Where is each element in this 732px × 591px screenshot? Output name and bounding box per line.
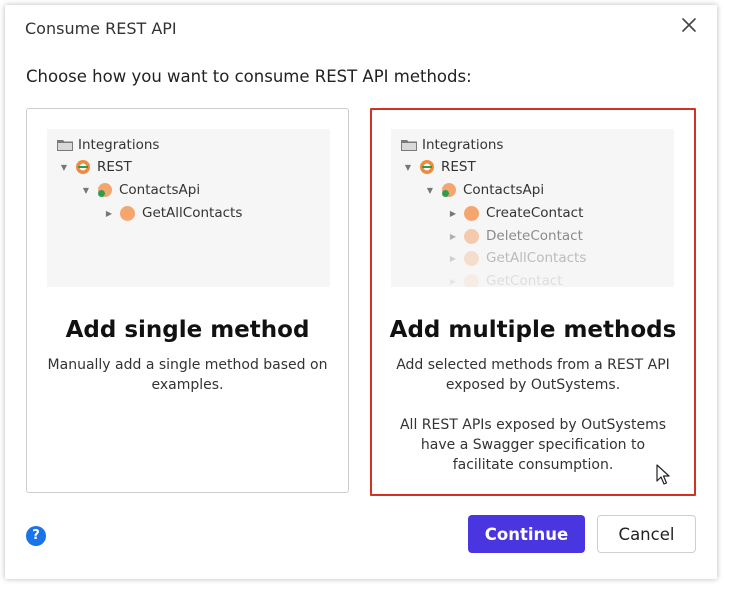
- api-icon: [97, 182, 113, 198]
- continue-button[interactable]: Continue: [468, 515, 585, 553]
- method-icon: [464, 228, 479, 244]
- dialog-prompt: Choose how you want to consume REST API …: [26, 67, 472, 86]
- method-icon: [464, 205, 479, 221]
- card-note: All REST APIs exposed by OutSystems have…: [399, 417, 666, 473]
- tree-root-row: Integrations: [57, 134, 159, 156]
- add-single-method-card[interactable]: Integrations ▼ REST ▼ ContactsApi ▶ GetA…: [26, 108, 349, 493]
- tree-rest-label: REST: [97, 159, 132, 175]
- rest-icon: [75, 159, 91, 175]
- tree-root-row: Integrations: [401, 134, 503, 156]
- cancel-button[interactable]: Cancel: [597, 515, 696, 553]
- caret-icon: ▶: [449, 231, 457, 241]
- folder-icon: [57, 139, 73, 151]
- folder-icon: [401, 139, 417, 151]
- help-icon[interactable]: ?: [26, 526, 46, 546]
- caret-icon: ▶: [449, 253, 457, 263]
- card-description: Manually add a single method based on ex…: [47, 357, 328, 393]
- tree-rest-label: REST: [441, 159, 476, 175]
- tree-root-label: Integrations: [422, 137, 504, 153]
- caret-icon: ▼: [82, 185, 90, 195]
- tree-method-row: ▶ GetAllContacts: [446, 247, 586, 269]
- add-multiple-methods-card[interactable]: Integrations ▼ REST ▼ ContactsApi ▶ Crea…: [370, 108, 696, 496]
- tree-method-label: CreateContact: [486, 205, 584, 221]
- caret-icon: ▶: [449, 276, 457, 286]
- tree-method-row: ▶ DeleteContact: [446, 225, 583, 247]
- card-description: Add selected methods from a REST API exp…: [396, 357, 670, 393]
- tree-api-row: ▼ ContactsApi: [79, 179, 200, 201]
- tree-method-label: GetContact: [486, 273, 563, 287]
- tree-root-label: Integrations: [78, 137, 160, 153]
- consume-rest-api-dialog: Consume REST API Choose how you want to …: [5, 5, 717, 579]
- caret-icon: ▼: [60, 162, 68, 172]
- preview-fade: [47, 217, 330, 287]
- caret-icon: ▼: [404, 162, 412, 172]
- tree-method-label: GetAllContacts: [486, 250, 587, 266]
- tree-rest-row: ▼ REST: [401, 156, 476, 178]
- api-icon: [441, 182, 457, 198]
- cursor-icon: [656, 464, 670, 486]
- tree-rest-row: ▼ REST: [57, 156, 132, 178]
- method-icon: [464, 273, 479, 287]
- card-title: Add multiple methods: [389, 317, 677, 343]
- tree-api-label: ContactsApi: [119, 182, 201, 198]
- caret-icon: ▶: [449, 208, 457, 218]
- card-title: Add single method: [65, 317, 310, 343]
- tree-method-label: DeleteContact: [486, 228, 583, 244]
- method-icon: [464, 250, 479, 266]
- rest-icon: [419, 159, 435, 175]
- tree-api-row: ▼ ContactsApi: [423, 179, 544, 201]
- tree-method-row: ▶ GetContact: [446, 270, 563, 287]
- tree-method-row: ▶ CreateContact: [446, 202, 583, 224]
- caret-icon: ▼: [426, 185, 434, 195]
- multi-tree-preview: Integrations ▼ REST ▼ ContactsApi ▶ Crea…: [391, 129, 674, 287]
- tree-api-label: ContactsApi: [463, 182, 545, 198]
- dialog-title: Consume REST API: [25, 19, 177, 38]
- close-icon[interactable]: [679, 15, 699, 35]
- single-tree-preview: Integrations ▼ REST ▼ ContactsApi ▶ GetA…: [47, 129, 330, 287]
